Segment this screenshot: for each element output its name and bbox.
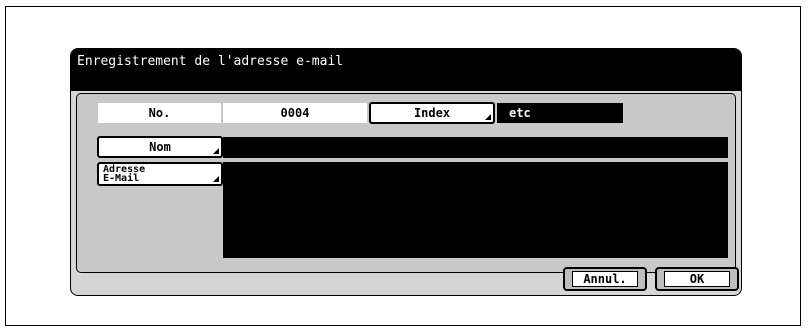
email-button-label-line2: E-Mail [103,173,140,184]
ok-button[interactable]: OK [655,267,739,291]
index-value: etc [497,103,623,123]
name-button[interactable]: Nom [97,136,223,158]
form-area: No. 0004 Index etc Nom Adresse E-Mail [76,93,736,273]
index-button[interactable]: Index [369,102,495,124]
title-bar: Enregistrement de l'adresse e-mail [71,49,741,91]
email-field[interactable] [223,162,728,258]
email-address-button[interactable]: Adresse E-Mail [97,162,223,186]
no-value: 0004 [223,103,367,123]
email-registration-dialog: Enregistrement de l'adresse e-mail No. 0… [70,48,742,296]
no-label: No. [98,103,221,123]
cancel-button[interactable]: Annul. [563,267,647,291]
cancel-button-label: Annul. [583,272,627,286]
dialog-title: Enregistrement de l'adresse e-mail [77,54,344,69]
corner-indicator-icon [485,114,491,120]
index-button-label: Index [413,106,451,120]
corner-indicator-icon [213,148,219,154]
ok-button-label: OK [689,272,705,286]
corner-indicator-icon [213,176,219,182]
name-field[interactable] [223,137,728,158]
name-button-label: Nom [149,140,171,154]
